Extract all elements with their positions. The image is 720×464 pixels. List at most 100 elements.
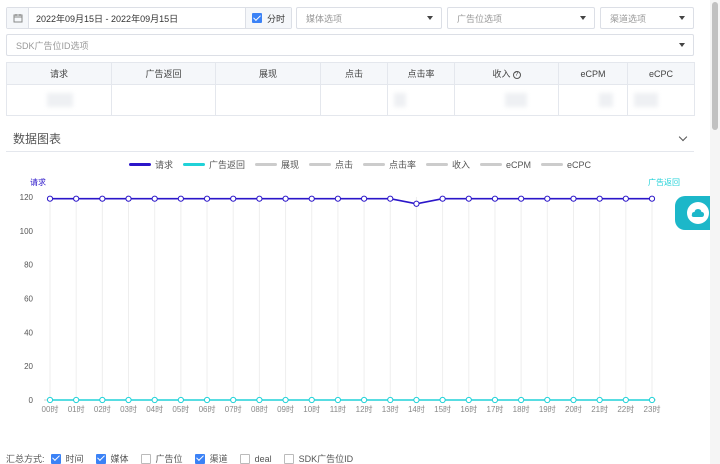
col-header-clicks[interactable]: 点击 [320, 62, 388, 85]
sdk-select-placeholder: SDK广告位ID选项 [16, 40, 89, 51]
y-tick-label: 100 [20, 227, 34, 236]
table-cell [387, 84, 455, 116]
scrollbar-thumb[interactable] [712, 2, 718, 130]
legend-swatch [308, 163, 331, 166]
x-tick-label: 12时 [356, 404, 373, 414]
y-tick-label: 40 [24, 328, 33, 337]
y-tick-label: 60 [24, 295, 33, 304]
question-circle-icon[interactable]: ? [512, 70, 521, 79]
summary-checkbox[interactable] [283, 453, 294, 464]
summary-option-label: 媒体 [110, 454, 129, 464]
stats-table: 请求 广告返回 展现 点击 点击率 收入? eCPM eCPC [6, 62, 695, 116]
data-point [73, 195, 80, 202]
summary-checkbox[interactable] [95, 453, 106, 464]
data-point [308, 195, 315, 202]
data-point [439, 396, 446, 404]
summary-checkbox[interactable] [239, 453, 250, 464]
x-tick-label: 13时 [382, 404, 399, 414]
data-point [151, 396, 158, 404]
data-point [203, 195, 211, 202]
adpos-select[interactable]: 广告位选项 [447, 7, 595, 29]
x-tick-label: 06时 [199, 404, 216, 414]
x-tick-label: 20时 [565, 404, 582, 414]
channel-select[interactable]: 渠道选项 [600, 7, 694, 29]
data-point [544, 396, 551, 404]
summary-checkbox[interactable] [50, 453, 61, 464]
chart-section-header[interactable]: 数据图表 [6, 126, 694, 152]
caret-down-icon [679, 16, 685, 20]
data-point [230, 195, 237, 202]
col-header-ecpm[interactable]: eCPM [558, 62, 628, 85]
col-header-impressions[interactable]: 展现 [215, 62, 321, 85]
sdk-adpos-select[interactable]: SDK广告位ID选项 [6, 34, 694, 56]
table-cell [454, 84, 559, 116]
media-select[interactable]: 媒体选项 [296, 7, 442, 29]
hourly-toggle[interactable]: 分时 [244, 8, 291, 28]
data-point [465, 195, 472, 202]
hourly-checkbox[interactable] [251, 13, 262, 23]
legend-swatch [182, 163, 205, 166]
data-point [570, 195, 577, 202]
data-point [596, 195, 603, 202]
summary-option-media[interactable]: 媒体 [95, 452, 129, 464]
legend-label: eCPM [506, 159, 532, 170]
summary-option-channel[interactable]: 渠道 [194, 452, 228, 464]
summary-checkbox[interactable] [194, 453, 205, 464]
table-cell [627, 84, 695, 116]
x-tick-label: 07时 [225, 404, 242, 414]
x-tick-label: 21时 [591, 404, 608, 414]
chevron-down-icon[interactable] [678, 132, 688, 142]
summary-option-label: SDK广告位ID [298, 454, 354, 464]
summary-option-deal[interactable]: deal [239, 453, 272, 464]
data-point [387, 195, 394, 202]
col-header-ctr[interactable]: 点击率 [387, 62, 455, 85]
caret-down-icon [679, 43, 685, 47]
col-header-ecpc[interactable]: eCPC [627, 62, 695, 85]
summary-option-adpos[interactable]: 广告位 [140, 452, 183, 464]
caret-down-icon [580, 16, 586, 20]
left-axis-label: 请求 [30, 177, 46, 187]
summary-options: 汇总方式: 时间 媒体 广告位 渠道 deal SDK广告位ID [6, 452, 359, 464]
y-tick-label: 120 [20, 193, 34, 202]
table-cell [111, 84, 216, 116]
summary-option-time[interactable]: 时间 [50, 452, 84, 464]
summary-option-sdk-adpos[interactable]: SDK广告位ID [283, 452, 354, 464]
data-point [491, 195, 499, 202]
series-line [50, 197, 652, 205]
x-tick-label: 11时 [330, 404, 346, 414]
table-cell [215, 84, 321, 116]
x-tick-label: 19时 [539, 404, 556, 414]
summary-option-label: 时间 [65, 454, 84, 464]
data-point [334, 195, 342, 202]
line-chart: 请求 广告返回 0 20 40 60 80 100 120 00时 01时 02时 03时 04时 0… [20, 177, 680, 414]
page-scrollbar[interactable] [710, 0, 720, 464]
data-point [308, 396, 315, 404]
data-point [360, 195, 368, 202]
date-range-value[interactable]: 2022年09月15日 - 2022年09月15日 [29, 12, 245, 25]
data-point [570, 396, 577, 404]
data-point [518, 396, 525, 404]
col-header-requests[interactable]: 请求 [6, 62, 112, 85]
data-point [125, 396, 132, 404]
legend-swatch [480, 163, 503, 166]
data-point [282, 195, 289, 202]
legend-swatch [128, 163, 151, 166]
data-point [518, 195, 525, 202]
data-point [230, 396, 237, 404]
x-tick-label: 17时 [487, 404, 504, 414]
x-tick-label: 18时 [513, 404, 530, 414]
legend-swatch [426, 163, 449, 166]
data-point [387, 396, 394, 404]
data-point [99, 195, 106, 202]
media-select-placeholder: 媒体选项 [306, 13, 343, 24]
data-point [413, 200, 420, 207]
summary-checkbox[interactable] [140, 453, 151, 464]
data-point [465, 396, 472, 404]
date-range-picker[interactable]: 2022年09月15日 - 2022年09月15日 分时 [6, 7, 292, 29]
col-header-revenue[interactable]: 收入? [454, 62, 559, 85]
summary-option-label: deal [254, 453, 272, 464]
chart-section-title: 数据图表 [13, 132, 62, 146]
col-header-ad-returns[interactable]: 广告返回 [111, 62, 216, 85]
x-tick-label: 02时 [94, 404, 111, 414]
data-point [282, 396, 289, 404]
